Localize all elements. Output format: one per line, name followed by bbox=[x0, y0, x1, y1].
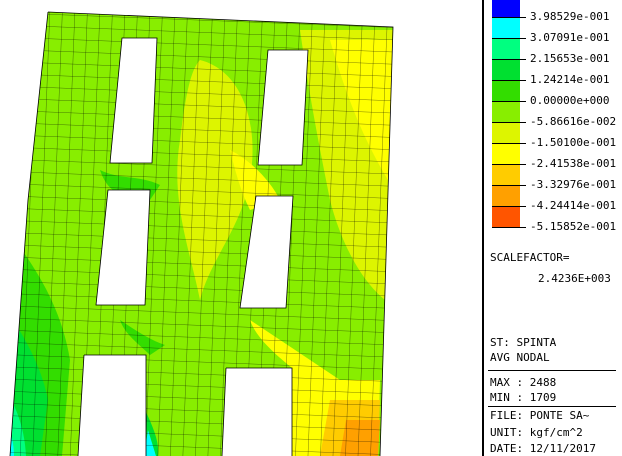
legend-tick bbox=[520, 17, 526, 18]
state-text: ST: SPINTA bbox=[490, 336, 557, 349]
legend-tick bbox=[520, 101, 526, 102]
legend-value: -4.24414e-001 bbox=[530, 199, 617, 212]
legend-tick bbox=[520, 38, 526, 39]
legend-value: 2.15653e-001 bbox=[530, 52, 610, 65]
legend-value: 1.24214e-001 bbox=[530, 73, 610, 86]
legend-tick bbox=[520, 80, 526, 81]
file-text: FILE: PONTE SA~ bbox=[490, 409, 590, 422]
wall-mesh bbox=[10, 12, 393, 456]
legend-swatch bbox=[492, 102, 520, 123]
legend-tick bbox=[520, 185, 526, 186]
max-text: MAX : 2488 bbox=[490, 376, 557, 389]
fem-contour-plot bbox=[9, 11, 394, 456]
legend-panel: 4.89367e-001 3.98529e-001 3.07091e-001 2.15… bbox=[484, 0, 622, 456]
unit-text: UNIT: kgf/cm^2 bbox=[490, 426, 583, 439]
legend-swatch bbox=[492, 60, 520, 81]
legend-swatch bbox=[492, 0, 520, 18]
legend-tick bbox=[520, 164, 526, 165]
legend-tick bbox=[520, 143, 526, 144]
legend-tick bbox=[520, 227, 526, 228]
legend-value: 4.89367e-001 bbox=[530, 0, 609, 2]
legend-value: 0.00000e+000 bbox=[530, 94, 610, 107]
legend-swatch bbox=[492, 165, 520, 186]
legend-swatch bbox=[492, 18, 520, 39]
legend-swatch bbox=[492, 39, 520, 60]
legend-value: -5.15852e-001 bbox=[530, 220, 617, 233]
divider bbox=[488, 406, 616, 407]
legend-swatch bbox=[492, 123, 520, 144]
legend-value: -1.50100e-001 bbox=[530, 136, 617, 149]
min-text: MIN : 1709 bbox=[490, 391, 557, 404]
divider bbox=[488, 370, 616, 371]
legend-swatch bbox=[492, 207, 520, 228]
mode-text: AVG NODAL bbox=[490, 351, 550, 364]
legend-tick bbox=[520, 206, 526, 207]
legend-swatch bbox=[492, 186, 520, 207]
scalefactor-value: 2.4236E+003 bbox=[538, 272, 611, 285]
legend-row: -5.15852e-001 bbox=[488, 220, 618, 249]
legend-value: 3.07091e-001 bbox=[530, 31, 610, 44]
scalefactor-label: SCALEFACTOR= bbox=[490, 251, 570, 264]
legend-value: -5.86616e-002 bbox=[530, 115, 617, 128]
legend-tick bbox=[520, 59, 526, 60]
legend-tick bbox=[520, 122, 526, 123]
date-text: DATE: 12/11/2017 bbox=[490, 442, 596, 455]
legend-swatch bbox=[492, 81, 520, 102]
model-viewport[interactable] bbox=[0, 0, 478, 456]
legend-value: -3.32976e-001 bbox=[530, 178, 617, 191]
legend-swatch bbox=[492, 144, 520, 165]
legend-value: -2.41538e-001 bbox=[530, 157, 617, 170]
legend-value: 3.98529e-001 bbox=[530, 10, 610, 23]
